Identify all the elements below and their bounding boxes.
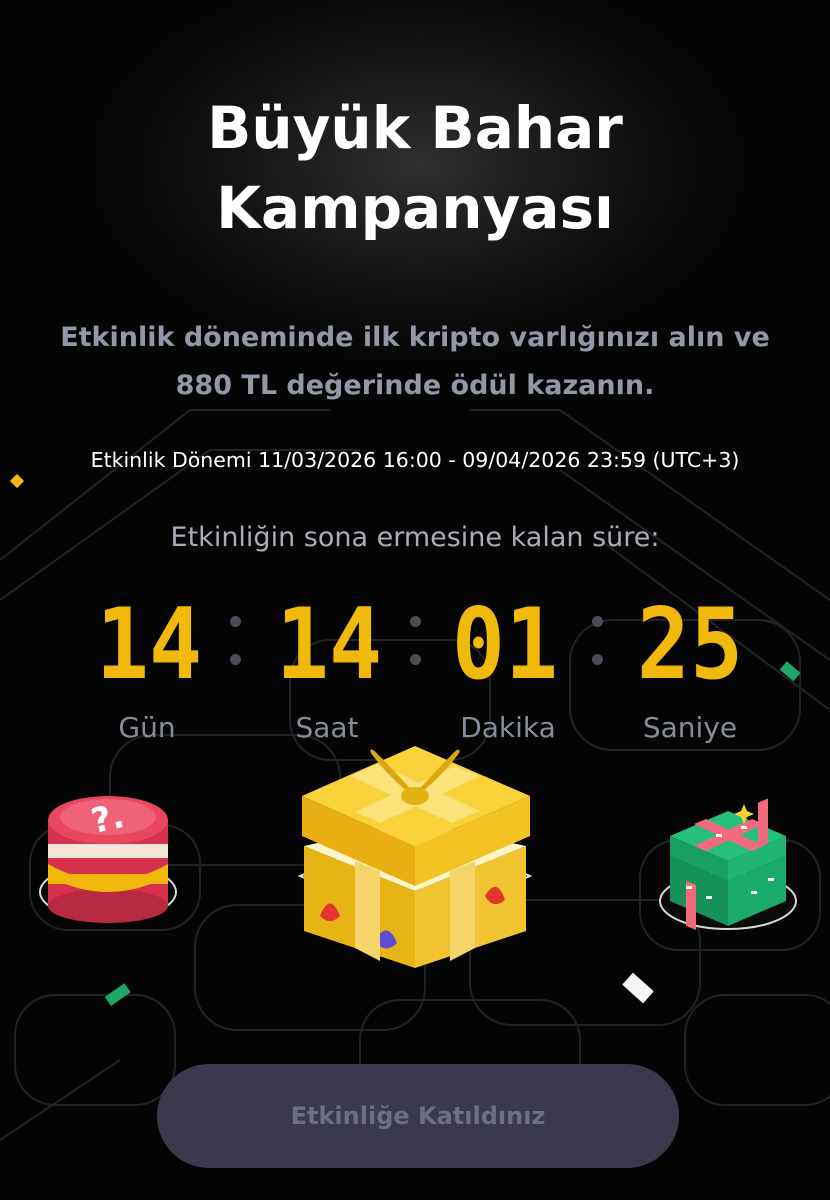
countdown-label: Etkinliğin sona ermesine kalan süre:: [170, 522, 660, 553]
campaign-period: Etkinlik Dönemi 11/03/2026 16:00 - 09/04…: [90, 448, 740, 472]
countdown-days: 14: [95, 588, 203, 702]
countdown-separator: [409, 610, 421, 670]
description-line-2: 880 TL değerinde ödül kazanın.: [175, 370, 655, 401]
countdown-days-label: Gün: [118, 711, 176, 744]
mystery-coin-stack-icon: ?.: [39, 796, 177, 923]
description-line-1: Etkinlik döneminde ilk kripto varlığınız…: [60, 322, 770, 353]
title-line-2: Kampanyası: [216, 174, 614, 242]
joined-campaign-button[interactable]: Etkinliğe Katıldınız: [157, 1064, 679, 1168]
countdown-minutes: 01: [451, 588, 559, 702]
confetti-green-icon: [104, 983, 131, 1006]
golden-gift-box-icon: [297, 746, 533, 968]
confetti-white-icon: [622, 972, 654, 1004]
title-line-1: Büyük Bahar: [207, 94, 623, 162]
confetti-green-icon: [779, 661, 801, 682]
green-gift-box-icon: [659, 798, 797, 930]
campaign-page: Büyük Bahar Kampanyası Etkinlik dönemind…: [0, 0, 830, 1200]
countdown-separator: [591, 610, 603, 670]
page-title: Büyük Bahar Kampanyası: [0, 88, 830, 248]
campaign-description: Etkinlik döneminde ilk kripto varlığınız…: [30, 314, 800, 410]
countdown-hours: 14: [275, 588, 383, 702]
confetti-yellow-icon: [9, 473, 25, 489]
countdown-seconds: 25: [636, 588, 744, 702]
countdown-seconds-label: Saniye: [642, 711, 738, 744]
countdown-separator: [229, 610, 241, 670]
